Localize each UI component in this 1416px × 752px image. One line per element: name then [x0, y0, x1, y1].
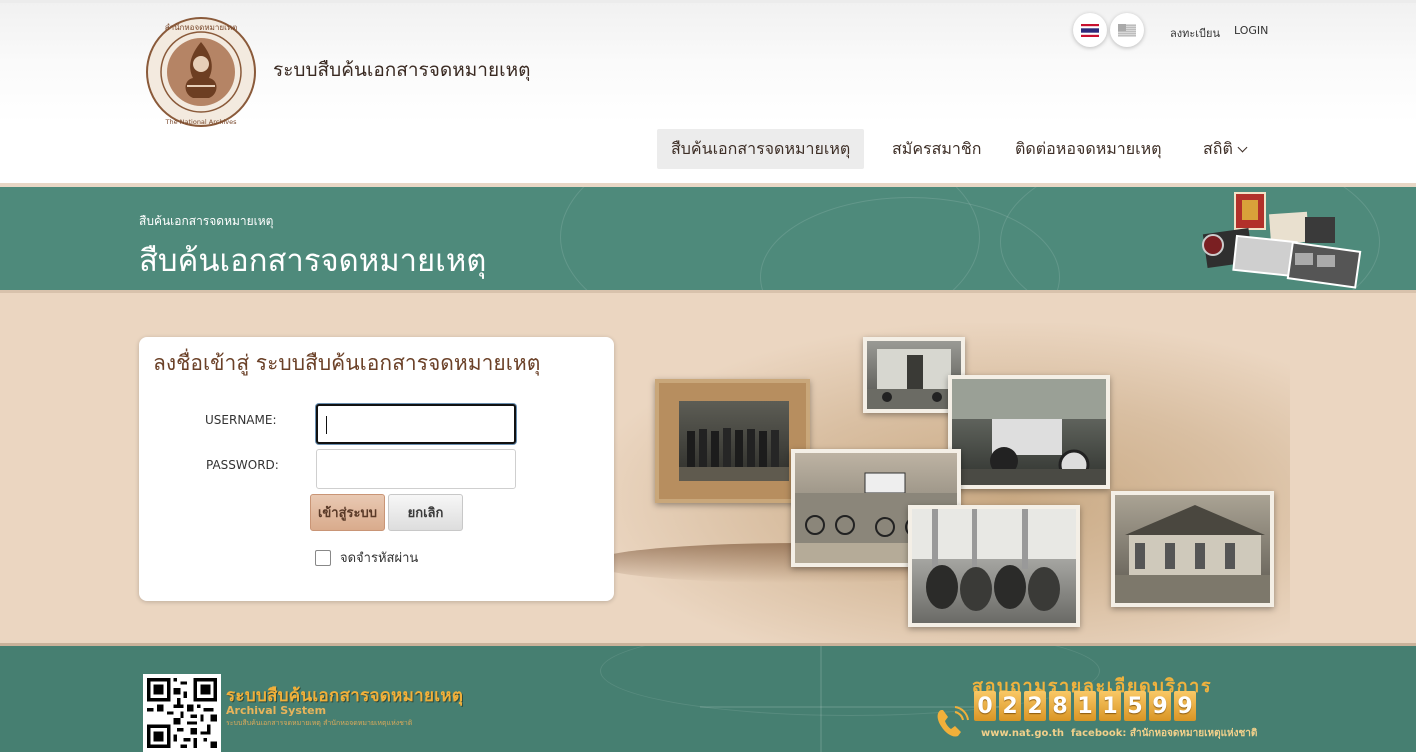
remember-password-checkbox[interactable]: [315, 549, 331, 566]
phone-digit: 8: [1049, 691, 1071, 721]
national-archives-logo[interactable]: สำนักหอจดหมายเหตุ The National Archives: [143, 14, 259, 130]
site-title[interactable]: ระบบสืบค้นเอกสารจดหมายเหตุ: [273, 55, 530, 85]
chevron-down-icon: [1237, 142, 1248, 153]
login-title: ลงชื่อเข้าสู่ ระบบสืบค้นเอกสารจดหมายเหตุ: [153, 351, 541, 375]
phone-digit: 1: [1074, 691, 1096, 721]
phone-digit: 9: [1174, 691, 1196, 721]
login-form: ลงชื่อเข้าสู่ ระบบสืบค้นเอกสารจดหมายเหตุ…: [139, 337, 614, 601]
phone-icon: [933, 704, 971, 742]
map-decoration: [820, 646, 822, 752]
login-link[interactable]: LOGIN: [1234, 24, 1268, 37]
remember-password[interactable]: จดจำรหัสผ่าน: [315, 547, 418, 568]
seated-group-photo: [908, 505, 1080, 627]
password-input[interactable]: [316, 449, 516, 489]
tractor-photo: [948, 375, 1110, 489]
footer-subtitle: Archival System: [226, 704, 327, 717]
nav-register-member[interactable]: สมัครสมาชิก: [878, 129, 995, 169]
remember-password-label: จดจำรหัสผ่าน: [340, 551, 419, 566]
site-header: สำนักหอจดหมายเหตุ The National Archives …: [0, 0, 1416, 183]
page-banner: สืบค้นเอกสารจดหมายเหตุ สืบค้นเอกสารจดหมา…: [0, 183, 1416, 293]
svg-text:สำนักหอจดหมายเหตุ: สำนักหอจดหมายเหตุ: [165, 23, 238, 32]
qr-code-icon: [143, 674, 221, 752]
historic-building-photo: [1111, 491, 1274, 607]
english-flag-icon[interactable]: [1110, 13, 1144, 47]
site-footer: ระบบสืบค้นเอกสารจดหมายเหตุ Archival Syst…: [0, 643, 1416, 752]
nav-statistics-label: สถิติ: [1203, 139, 1233, 158]
password-label: PASSWORD:: [206, 458, 279, 472]
footer-web-links: www.nat.go.th facebook: สำนักหอจดหมายเหต…: [981, 726, 1257, 741]
breadcrumb[interactable]: สืบค้นเอกสารจดหมายเหตุ: [139, 212, 273, 231]
nav-search-documents[interactable]: สืบค้นเอกสารจดหมายเหตุ: [657, 129, 865, 169]
phone-number: 0 2 2 8 1 1 5 9 9: [974, 691, 1196, 721]
phone-digit: 2: [999, 691, 1021, 721]
phone-digit: 0: [974, 691, 996, 721]
footer-description: ระบบสืบค้นเอกสารจดหมายเหตุ สำนักหอจดหมาย…: [226, 719, 413, 727]
website-link[interactable]: www.nat.go.th: [981, 728, 1064, 739]
phone-digit: 5: [1124, 691, 1146, 721]
register-link[interactable]: ลงทะเบียน: [1170, 24, 1220, 42]
login-button[interactable]: เข้าสู่ระบบ: [310, 494, 385, 531]
username-label: USERNAME:: [205, 413, 277, 427]
cancel-button[interactable]: ยกเลิก: [388, 494, 463, 531]
nav-statistics[interactable]: สถิติ: [1189, 129, 1260, 169]
main-content: ลงชื่อเข้าสู่ ระบบสืบค้นเอกสารจดหมายเหตุ…: [0, 293, 1416, 643]
thai-flag-icon[interactable]: [1073, 13, 1107, 47]
phone-digit: 2: [1024, 691, 1046, 721]
archive-documents-image: [1195, 187, 1365, 290]
page-title: สืบค้นเอกสารจดหมายเหตุ: [139, 243, 487, 279]
svg-text:The National Archives: The National Archives: [164, 118, 237, 126]
phone-digit: 9: [1149, 691, 1171, 721]
phone-digit: 1: [1099, 691, 1121, 721]
nav-contact-archives[interactable]: ติดต่อหอจดหมายเหตุ: [1001, 129, 1176, 169]
text-cursor: [326, 416, 327, 434]
facebook-link[interactable]: facebook: สำนักหอจดหมายเหตุแห่งชาติ: [1071, 728, 1257, 739]
username-input[interactable]: [316, 404, 516, 444]
group-portrait-photo: [655, 379, 810, 503]
